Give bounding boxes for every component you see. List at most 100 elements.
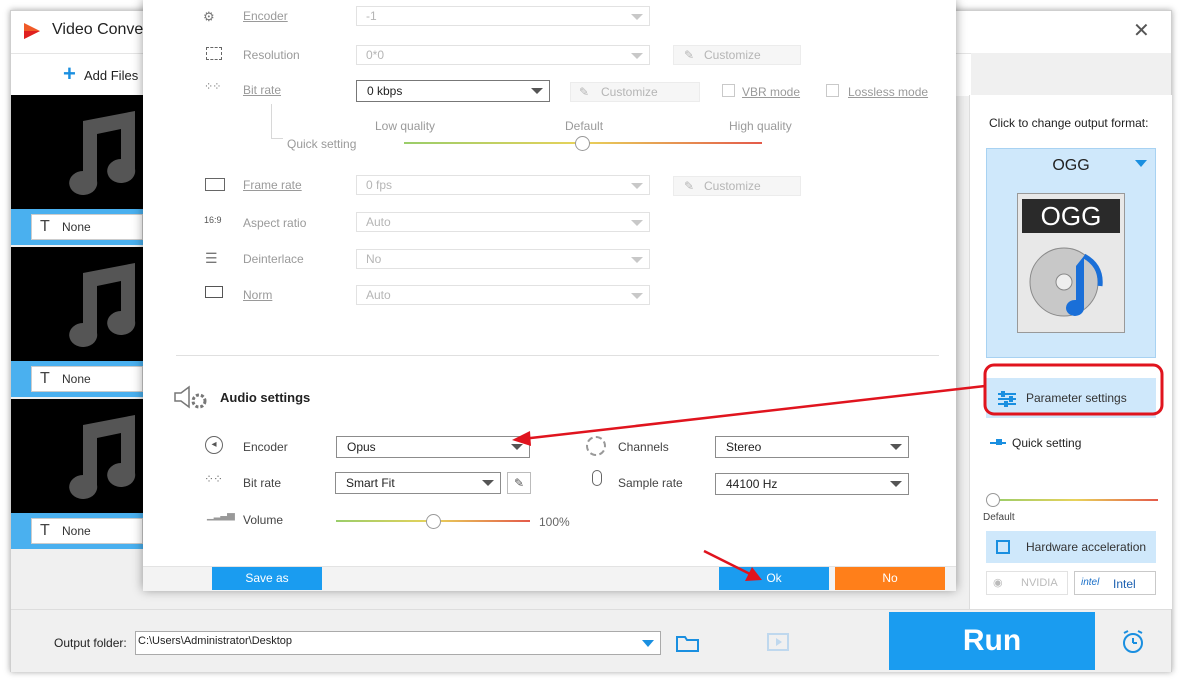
pencil-icon: ✎ bbox=[513, 476, 525, 490]
file-list: T None T None T None bbox=[11, 95, 154, 609]
audio-bitrate-label: Bit rate bbox=[243, 476, 282, 490]
deinterlace-icon: ☰ bbox=[205, 250, 218, 266]
tree-connector bbox=[271, 104, 272, 138]
bitrate-customize-button[interactable]: ✎ Customize bbox=[570, 82, 700, 102]
video-quick-setting-label: Quick setting bbox=[287, 137, 357, 151]
chevron-down-icon bbox=[890, 444, 902, 450]
chevron-down-icon bbox=[482, 480, 494, 486]
chevron-down-icon bbox=[631, 293, 643, 299]
audio-bitrate-select[interactable]: Smart Fit bbox=[335, 472, 501, 494]
frame-rate-icon bbox=[205, 178, 225, 191]
subtitle-select[interactable]: T None bbox=[31, 214, 143, 240]
audio-encoder-value: Opus bbox=[347, 440, 376, 454]
music-note-icon bbox=[69, 111, 136, 195]
subtitle-select[interactable]: T None bbox=[31, 366, 143, 392]
bitrate-icon: ⁘⁘ bbox=[204, 81, 221, 93]
channels-icon bbox=[586, 436, 606, 456]
hardware-acceleration-label: Hardware acceleration bbox=[1026, 540, 1147, 554]
folder-icon[interactable] bbox=[676, 634, 700, 652]
resolution-label: Resolution bbox=[243, 48, 300, 62]
frame-rate-customize-button[interactable]: ✎ Customize bbox=[673, 176, 801, 196]
lossless-mode-checkbox[interactable] bbox=[826, 84, 839, 97]
audio-encoder-select[interactable]: Opus bbox=[336, 436, 530, 458]
add-files-label: Add Files bbox=[84, 68, 139, 83]
channels-select[interactable]: Stereo bbox=[715, 436, 909, 458]
encoder-settings-icon: ⚙ bbox=[203, 9, 215, 24]
deinterlace-label: Deinterlace bbox=[243, 252, 304, 266]
video-quality-slider-handle[interactable] bbox=[575, 136, 590, 151]
intel-button[interactable]: intel Intel bbox=[1074, 571, 1156, 595]
ok-button[interactable]: Ok bbox=[719, 567, 829, 590]
quick-setting-icon-knob bbox=[996, 439, 1002, 445]
output-format-selector[interactable]: OGG OGG bbox=[986, 148, 1156, 358]
parameter-settings-label: Parameter settings bbox=[1026, 391, 1127, 405]
no-button[interactable]: No bbox=[835, 567, 945, 590]
norm-select[interactable]: Auto bbox=[356, 285, 650, 305]
vbr-mode-checkbox[interactable] bbox=[722, 84, 735, 97]
disc-music-icon bbox=[1029, 247, 1103, 317]
nvidia-button[interactable]: ◉ NVIDIA bbox=[986, 571, 1068, 595]
edit-bitrate-button[interactable]: ✎ bbox=[507, 472, 531, 494]
video-bitrate-label: Bit rate bbox=[243, 83, 282, 97]
audio-bitrate-value: Smart Fit bbox=[346, 476, 395, 490]
music-note-icon bbox=[69, 263, 136, 347]
quick-setting-slider[interactable] bbox=[994, 499, 1158, 501]
hardware-acceleration-button[interactable]: Hardware acceleration bbox=[986, 531, 1156, 563]
file-thumbnail bbox=[11, 247, 145, 361]
resolution-customize-button[interactable]: ✎ Customize bbox=[673, 45, 801, 65]
quick-setting-value: Default bbox=[983, 512, 1015, 523]
deinterlace-select[interactable]: No bbox=[356, 249, 650, 269]
volume-slider-handle[interactable] bbox=[426, 514, 441, 529]
file-thumbnail bbox=[11, 95, 145, 209]
subtitle-select[interactable]: T None bbox=[31, 518, 143, 544]
format-name: OGG bbox=[1052, 157, 1090, 174]
audio-bitrate-icon: ⁘⁘ bbox=[204, 472, 223, 486]
frame-rate-select[interactable]: 0 fps bbox=[356, 175, 650, 195]
sample-rate-select[interactable]: 44100 Hz bbox=[715, 473, 909, 495]
video-bitrate-value: 0 kbps bbox=[367, 84, 403, 98]
channels-value: Stereo bbox=[726, 440, 762, 454]
sample-rate-value: 44100 Hz bbox=[726, 477, 778, 491]
intel-logo-icon: intel bbox=[1081, 577, 1100, 588]
chevron-down-icon[interactable] bbox=[642, 640, 654, 647]
parameter-settings-button[interactable]: Parameter settings bbox=[986, 378, 1156, 418]
quick-setting-slider-handle[interactable] bbox=[986, 493, 1000, 507]
subtitle-bar: T None bbox=[11, 209, 145, 245]
aspect-ratio-icon: 16:9 bbox=[204, 215, 222, 225]
subtitle-bar: T None bbox=[11, 361, 145, 397]
music-note-icon bbox=[69, 415, 136, 499]
bitrate-customize-label: Customize bbox=[601, 85, 658, 99]
volume-label: Volume bbox=[243, 513, 284, 527]
text-icon: T bbox=[40, 370, 50, 387]
close-icon[interactable]: ✕ bbox=[1133, 21, 1150, 41]
frame-rate-customize-label: Customize bbox=[704, 179, 761, 193]
video-folder-icon[interactable] bbox=[767, 632, 791, 652]
video-encoder-select[interactable]: -1 bbox=[356, 6, 650, 26]
save-as-button[interactable]: Save as bbox=[212, 567, 322, 590]
text-icon: T bbox=[40, 522, 50, 539]
alarm-clock-icon[interactable] bbox=[1121, 630, 1145, 654]
high-quality-label: High quality bbox=[729, 119, 792, 133]
run-button[interactable]: Run bbox=[889, 612, 1095, 670]
chevron-down-icon bbox=[890, 481, 902, 487]
chevron-down-icon bbox=[511, 444, 523, 450]
channels-label: Channels bbox=[618, 440, 669, 454]
chevron-down-icon bbox=[631, 183, 643, 189]
section-divider bbox=[176, 355, 939, 356]
aspect-ratio-select[interactable]: Auto bbox=[356, 212, 650, 232]
file-thumbnail bbox=[11, 399, 145, 513]
change-format-label: Click to change output format: bbox=[989, 116, 1149, 130]
lossless-mode-label: Lossless mode bbox=[848, 85, 929, 99]
tree-connector bbox=[271, 138, 283, 139]
chevron-down-icon bbox=[531, 88, 543, 94]
chip-icon bbox=[996, 540, 1010, 554]
quick-setting-label: Quick setting bbox=[1012, 436, 1082, 450]
video-bitrate-select[interactable]: 0 kbps bbox=[356, 80, 550, 102]
plus-icon: + bbox=[63, 61, 76, 86]
chevron-down-icon bbox=[631, 14, 643, 20]
norm-value: Auto bbox=[366, 288, 391, 302]
resolution-select[interactable]: 0*0 bbox=[356, 45, 650, 65]
subtitle-bar: T None bbox=[11, 513, 145, 549]
output-folder-field[interactable]: C:\Users\Administrator\Desktop bbox=[135, 631, 661, 655]
parameter-settings-dialog: ⚙ Encoder -1 Resolution 0*0 ✎ Customize ⁘… bbox=[143, 0, 956, 591]
